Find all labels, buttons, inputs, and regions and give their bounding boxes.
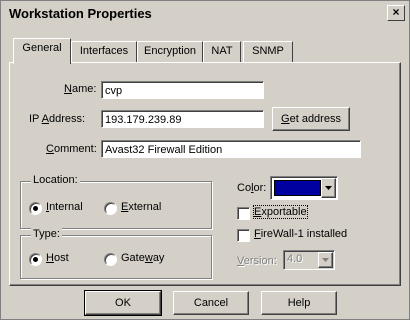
location-group: Location: Internal External <box>20 174 212 229</box>
title-bar: Workstation Properties × <box>1 1 409 25</box>
tab-nat-label: NAT <box>211 45 233 57</box>
comment-label: Comment: <box>46 143 97 155</box>
comment-input[interactable]: Avast32 Firewall Edition <box>101 140 361 158</box>
internal-label[interactable]: Internal <box>46 201 83 213</box>
dropdown-arrow-icon <box>322 258 329 262</box>
color-label: GateColor: <box>237 182 267 194</box>
close-icon: × <box>392 5 400 19</box>
location-legend: Location: <box>31 174 80 186</box>
tab-encryption-label: Encryption <box>144 45 196 57</box>
color-dropdown[interactable] <box>270 176 338 200</box>
ip-address-input[interactable]: 193.179.239.89 <box>101 110 264 128</box>
version-value: 4.0 <box>287 253 303 265</box>
firewall-installed-label[interactable]: FireWall-1 installed <box>254 228 347 240</box>
properties-window: Workstation Properties × General Interfa… <box>0 0 410 320</box>
ip-address-label: IP Address: <box>29 113 86 125</box>
name-label: Name: <box>64 83 97 95</box>
name-input[interactable]: cvp <box>101 81 264 99</box>
help-button[interactable]: Help <box>261 291 337 315</box>
exportable-checkbox[interactable] <box>237 207 250 220</box>
gateway-label[interactable]: Gateway <box>121 252 164 264</box>
tab-interfaces[interactable]: Interfaces <box>71 41 137 63</box>
tab-snmp-label: SNMP <box>252 45 284 57</box>
tab-snmp[interactable]: SNMP <box>243 41 293 63</box>
tab-general-label: General <box>22 42 62 54</box>
tab-interfaces-label: Interfaces <box>79 45 129 57</box>
color-swatch <box>274 180 321 196</box>
close-button[interactable]: × <box>387 5 405 21</box>
exportable-label[interactable]: Exportable <box>253 205 308 219</box>
cancel-button[interactable]: Cancel <box>173 291 249 315</box>
host-radio[interactable] <box>29 253 42 266</box>
firewall-installed-checkbox[interactable] <box>237 229 250 242</box>
tab-encryption[interactable]: Encryption <box>137 41 203 63</box>
tab-general[interactable]: General <box>13 38 71 64</box>
version-dropdown[interactable]: 4.0 <box>283 250 335 270</box>
internal-radio[interactable] <box>29 202 42 215</box>
ok-button[interactable]: OK <box>84 290 162 316</box>
type-group: Type: Host Gateway <box>20 228 212 279</box>
host-label[interactable]: Host <box>46 252 69 264</box>
window-title: Workstation Properties <box>9 6 152 21</box>
general-panel: Name: cvp IP Address: 193.179.239.89 Get… <box>9 62 401 286</box>
type-legend: Type: <box>31 228 62 240</box>
version-label: Version: <box>237 255 277 267</box>
dropdown-arrow-icon <box>325 186 332 190</box>
version-arrow-button[interactable] <box>318 252 333 268</box>
external-radio[interactable] <box>104 202 117 215</box>
get-address-button[interactable]: Get address <box>272 107 350 131</box>
gateway-radio[interactable] <box>104 253 117 266</box>
tab-nat[interactable]: NAT <box>203 41 241 63</box>
external-label[interactable]: External <box>121 201 161 213</box>
dropdown-arrow-button[interactable] <box>321 178 336 198</box>
